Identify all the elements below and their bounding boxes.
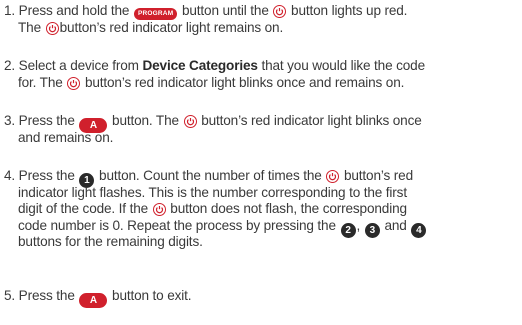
step-4-line-4: code number is 0. Repeat the process by … (4, 217, 520, 238)
step-4-text-g: code number is 0. Repeat the process by … (18, 217, 336, 233)
device-categories-label: Device Categories (142, 58, 258, 73)
power-icon (45, 21, 59, 35)
step-4-text-c: button’s red (343, 168, 413, 183)
step-1-line-1: 1. Press and hold the PROGRAM button unt… (4, 3, 520, 20)
step-2-text-c: for. The (18, 74, 63, 90)
step-5-text-a: 5. Press the (4, 288, 75, 303)
program-button-icon: PROGRAM (133, 8, 178, 20)
power-icon (183, 115, 197, 128)
step-2: 2. Select a device from Device Categorie… (4, 58, 520, 91)
step-4-text-e: digit of the code. If the (18, 201, 149, 216)
step-4-line-3: digit of the code. If the button does no… (4, 201, 520, 218)
step-2-line-1: 2. Select a device from Device Categorie… (4, 58, 520, 75)
step-4-line-5: buttons for the remaining digits. (4, 234, 520, 251)
number-3-button-icon: 3 (364, 222, 380, 238)
step-5-line-1: 5. Press the A button to exit. (4, 288, 520, 308)
step-2-text-b: that you would like the code (261, 58, 426, 73)
power-icon (326, 170, 340, 183)
step-4-text-d: indicator light flashes. This is the num… (18, 184, 407, 200)
power-icon (152, 203, 166, 216)
step-2-line-2: for. The button’s red indicator light bl… (4, 75, 520, 92)
a-button-icon: A (79, 293, 108, 308)
step-5-text-b: button to exit. (112, 288, 192, 303)
step-3-line-2: and remains on. (4, 130, 520, 147)
step-1-text-c: button lights up red. (291, 3, 408, 18)
step-2-text-a: 2. Select a device from (4, 58, 139, 73)
number-2-button-icon: 2 (340, 222, 356, 238)
step-3-text-d: and remains on. (18, 129, 114, 145)
step-4-text-h: , (356, 217, 361, 233)
step-4-text-i: and (384, 217, 407, 233)
step-4-text-a: 4. Press the (4, 168, 75, 183)
step-3-text-a: 3. Press the (4, 113, 75, 128)
power-icon (273, 5, 287, 18)
step-4-text-f: button does not flash, the corresponding (170, 201, 407, 216)
power-icon (67, 76, 81, 90)
step-1-text-a: 1. Press and hold the (4, 3, 130, 18)
step-2-text-d: button’s red indicator light blinks once… (84, 74, 405, 90)
step-4-line-1: 4. Press the 1 button. Count the number … (4, 168, 520, 188)
step-4-line-2: indicator light flashes. This is the num… (4, 185, 520, 202)
step-1-line-2: The button’s red indicator light remains… (4, 20, 520, 37)
step-5: 5. Press the A button to exit. (4, 288, 520, 308)
step-3-text-c: button’s red indicator light blinks once (201, 113, 422, 128)
step-3-line-1: 3. Press the A button. The button’s red … (4, 113, 520, 133)
step-3: 3. Press the A button. The button’s red … (4, 113, 520, 146)
step-1: 1. Press and hold the PROGRAM button unt… (4, 3, 520, 36)
step-4-text-b: button. Count the number of times the (99, 168, 322, 183)
step-3-text-b: button. The (112, 113, 179, 128)
number-4-button-icon: 4 (411, 222, 427, 238)
step-1-text-e: button’s red indicator light remains on. (59, 19, 284, 35)
step-4: 4. Press the 1 button. Count the number … (4, 168, 520, 251)
step-4-text-j: buttons for the remaining digits. (18, 234, 203, 249)
step-1-text-d: The (18, 19, 41, 35)
step-1-text-b: button until the (181, 3, 269, 18)
